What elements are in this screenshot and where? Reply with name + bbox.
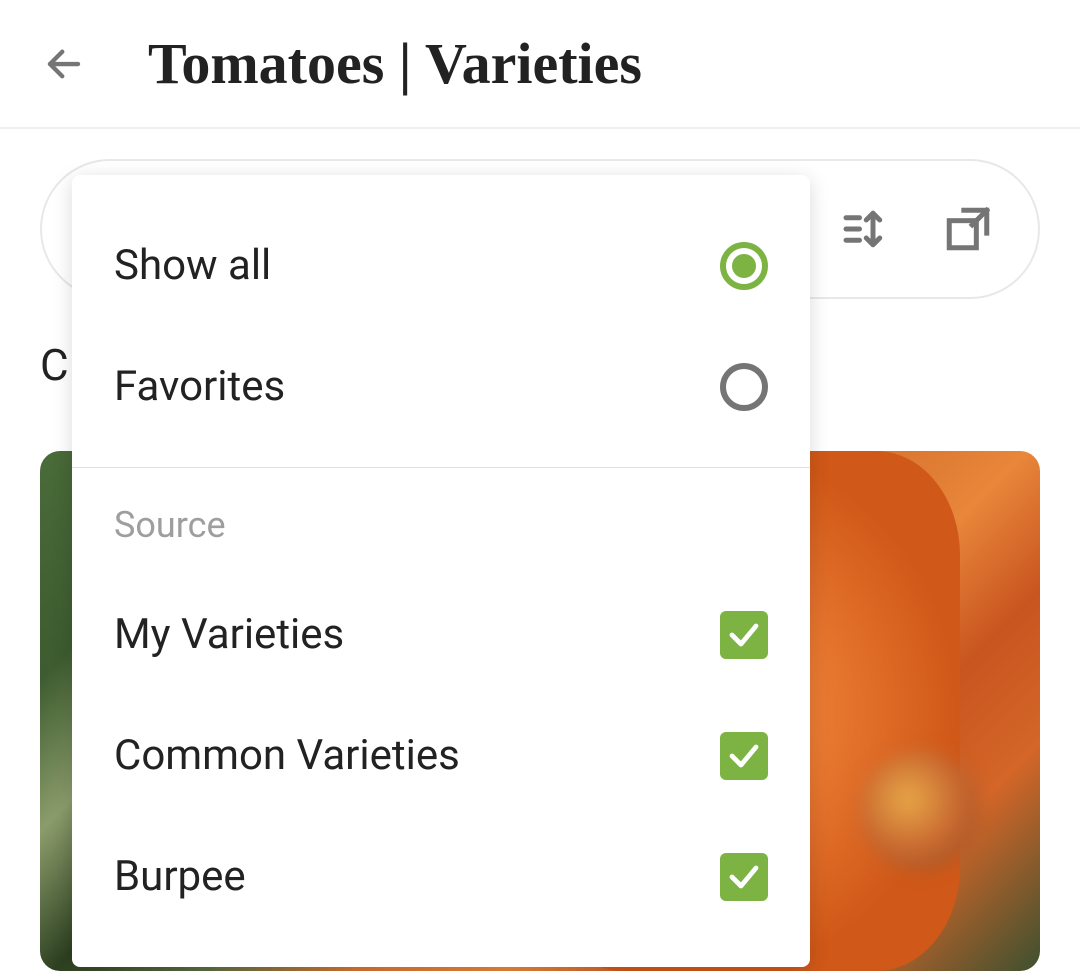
checkbox-checked-icon (720, 611, 768, 659)
page-title: Tomatoes | Varieties (148, 30, 642, 97)
view-button[interactable] (938, 199, 998, 259)
arrow-left-icon (43, 43, 85, 85)
checkbox-checked-icon (720, 853, 768, 901)
filter-option-label: Burpee (114, 852, 246, 901)
filter-option-show-all[interactable]: Show all (72, 205, 810, 326)
filter-source-common-varieties[interactable]: Common Varieties (72, 695, 810, 816)
filter-option-label: My Varieties (114, 610, 344, 659)
filter-dropdown: Show all Favorites Source My Varieties C… (72, 175, 810, 967)
filter-option-label: Common Varieties (114, 731, 460, 780)
app-header: Tomatoes | Varieties (0, 0, 1080, 129)
filter-option-label: Favorites (114, 362, 285, 411)
sort-icon (837, 202, 891, 256)
sort-button[interactable] (834, 199, 894, 259)
back-button[interactable] (40, 40, 88, 88)
divider (72, 467, 810, 468)
expand-icon (943, 204, 993, 254)
filter-source-burpee[interactable]: Burpee (72, 816, 810, 937)
checkbox-checked-icon (720, 732, 768, 780)
filter-option-label: Show all (114, 241, 271, 290)
radio-unselected-icon (720, 363, 768, 411)
radio-selected-icon (720, 242, 768, 290)
filter-section-header: Source (72, 488, 810, 574)
filter-option-favorites[interactable]: Favorites (72, 326, 810, 447)
filter-source-my-varieties[interactable]: My Varieties (72, 574, 810, 695)
